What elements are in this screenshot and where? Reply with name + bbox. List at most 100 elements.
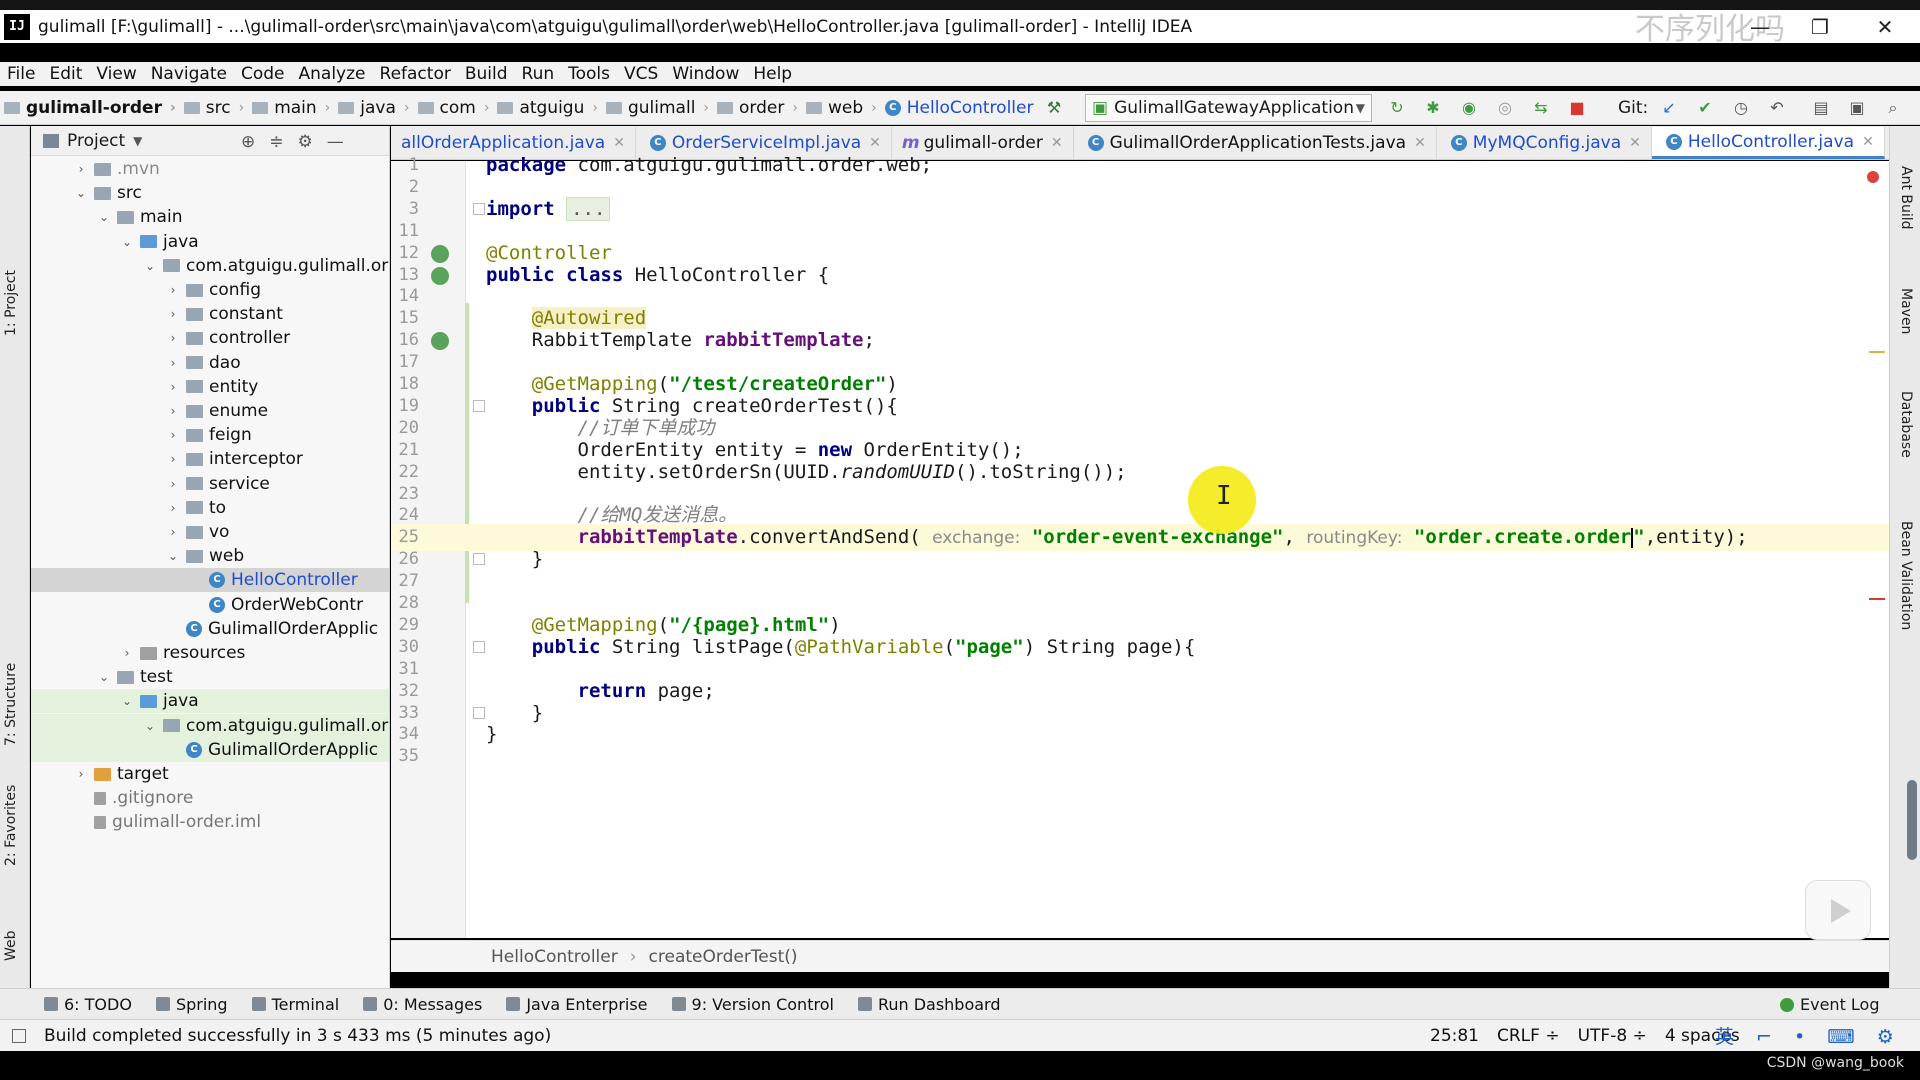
- tree-item[interactable]: › entity: [31, 375, 389, 399]
- tree-item[interactable]: C HelloController: [31, 568, 389, 593]
- chevron-right-icon[interactable]: ›: [164, 428, 182, 442]
- tree-item[interactable]: ⌄ java: [31, 230, 389, 254]
- line-separator[interactable]: CRLF ÷: [1497, 1026, 1560, 1046]
- minimize-button[interactable]: —: [1740, 12, 1780, 42]
- fold-toggle-icon[interactable]: [473, 399, 485, 412]
- error-indicator-icon[interactable]: [1867, 171, 1879, 183]
- breadcrumb-item[interactable]: web ›: [802, 98, 877, 118]
- tree-item[interactable]: › constant: [31, 302, 389, 326]
- tree-item[interactable]: › config: [31, 278, 389, 302]
- chevron-right-icon[interactable]: ›: [164, 380, 182, 394]
- attach-icon[interactable]: ⇆: [1532, 99, 1550, 117]
- git-rollback-icon[interactable]: ↶: [1768, 99, 1786, 117]
- tree-item[interactable]: › to: [31, 496, 389, 520]
- tree-item[interactable]: ⌄ web: [31, 544, 389, 568]
- chevron-down-icon[interactable]: ⌄: [95, 210, 113, 224]
- breadcrumb-class[interactable]: HelloController: [491, 947, 618, 967]
- menu-build[interactable]: Build: [458, 64, 515, 84]
- tree-item[interactable]: › resources: [31, 641, 389, 665]
- breadcrumb-item[interactable]: gulimall ›: [602, 98, 709, 118]
- tree-item[interactable]: › .mvn: [31, 157, 389, 181]
- event-log-button[interactable]: Event Log: [1780, 995, 1880, 1014]
- project-header-label[interactable]: Project: [67, 131, 125, 151]
- breadcrumb-item[interactable]: C HelloController: [881, 98, 1033, 118]
- code-editor[interactable]: 1 package com.atguigu.gulimall.order.web;…: [391, 154, 1889, 938]
- breadcrumb-item[interactable]: gulimall-order ›: [0, 98, 176, 118]
- close-tab-icon[interactable]: ✕: [613, 135, 625, 151]
- tab-maven[interactable]: Maven: [1898, 288, 1914, 334]
- tree-item[interactable]: › controller: [31, 326, 389, 350]
- menu-window[interactable]: Window: [665, 64, 746, 84]
- chevron-right-icon[interactable]: ›: [118, 646, 136, 660]
- tool-windows-toggle-icon[interactable]: [12, 1029, 26, 1043]
- git-update-icon[interactable]: ↙: [1660, 99, 1678, 117]
- autowired-bean-icon[interactable]: [431, 332, 449, 351]
- tab-favorites[interactable]: 2: Favorites: [3, 785, 19, 866]
- toolwindow-run-dashboard[interactable]: Run Dashboard: [857, 995, 1001, 1014]
- restore-button[interactable]: ❐: [1800, 12, 1840, 42]
- menu-file[interactable]: File: [0, 64, 42, 84]
- scrollbar-thumb[interactable]: [1907, 780, 1917, 860]
- chevron-right-icon[interactable]: ›: [164, 404, 182, 418]
- tab-web[interactable]: Web: [3, 930, 19, 961]
- stop-icon[interactable]: ■: [1568, 99, 1586, 117]
- menu-run[interactable]: Run: [515, 64, 562, 84]
- chevron-right-icon[interactable]: ›: [164, 525, 182, 539]
- tree-item[interactable]: ⌄ java: [31, 689, 389, 714]
- build-hammer-icon[interactable]: ⚒: [1045, 99, 1063, 117]
- tree-item[interactable]: › feign: [31, 423, 389, 447]
- fold-toggle-icon[interactable]: [473, 202, 485, 215]
- profile-icon[interactable]: ◎: [1496, 99, 1514, 117]
- breadcrumb-item[interactable]: main ›: [248, 98, 330, 118]
- tree-item[interactable]: C GulimallOrderApplic: [31, 737, 389, 762]
- toolwindow-terminal[interactable]: Terminal: [251, 995, 339, 1014]
- tree-item[interactable]: › vo: [31, 520, 389, 544]
- menu-refactor[interactable]: Refactor: [373, 64, 458, 84]
- fold-toggle-icon[interactable]: [473, 553, 485, 566]
- breadcrumb-method[interactable]: createOrderTest(): [649, 947, 798, 967]
- fold-toggle-icon[interactable]: [473, 706, 485, 719]
- close-tab-icon[interactable]: ✕: [1629, 135, 1641, 151]
- tree-item[interactable]: › dao: [31, 351, 389, 375]
- breadcrumb-item[interactable]: order ›: [713, 98, 798, 118]
- breadcrumb-item[interactable]: java ›: [334, 98, 410, 118]
- breadcrumb-item[interactable]: atguigu ›: [493, 98, 598, 118]
- toolwindow-6-todo[interactable]: 6: TODO: [44, 995, 132, 1014]
- chevron-right-icon[interactable]: ›: [164, 452, 182, 466]
- close-tab-icon[interactable]: ✕: [1414, 135, 1426, 151]
- chevron-right-icon[interactable]: ›: [164, 356, 182, 370]
- file-encoding[interactable]: UTF-8 ÷: [1578, 1026, 1647, 1046]
- menu-code[interactable]: Code: [234, 64, 292, 84]
- toolwindow-0-messages[interactable]: 0: Messages: [363, 995, 482, 1014]
- toolwindow-9-version-control[interactable]: 9: Version Control: [671, 995, 834, 1014]
- chevron-right-icon[interactable]: ›: [164, 307, 182, 321]
- tree-item[interactable]: › service: [31, 472, 389, 496]
- error-stripe[interactable]: [1869, 598, 1885, 600]
- warning-stripe[interactable]: [1869, 351, 1885, 353]
- chevron-right-icon[interactable]: ›: [164, 283, 182, 297]
- git-commit-icon[interactable]: ✔: [1696, 99, 1714, 117]
- close-button[interactable]: ✕: [1865, 12, 1905, 42]
- tab-bean-validation[interactable]: Bean Validation: [1898, 521, 1914, 630]
- fold-toggle-icon[interactable]: [473, 640, 485, 653]
- caret-position[interactable]: 25:81: [1430, 1026, 1479, 1046]
- project-structure-icon[interactable]: ▤: [1812, 99, 1830, 117]
- chevron-down-icon[interactable]: ▼: [133, 134, 142, 148]
- run-config-selector[interactable]: ▣ GulimallGatewayApplication ▼: [1085, 94, 1372, 122]
- tree-item[interactable]: ⌄ com.atguigu.gulimall.or: [31, 713, 389, 738]
- chevron-down-icon[interactable]: ⌄: [164, 549, 182, 563]
- chevron-right-icon[interactable]: ›: [72, 162, 90, 176]
- tree-item[interactable]: gulimall-order.iml: [31, 810, 389, 834]
- ime-toolbar-icons[interactable]: 英 ⌐ • ⌨ ⚙: [1715, 1022, 1902, 1049]
- menu-tools[interactable]: Tools: [561, 64, 617, 84]
- debug-icon[interactable]: ✱: [1424, 99, 1442, 117]
- tree-item[interactable]: › enume: [31, 399, 389, 423]
- breadcrumb-item[interactable]: com ›: [414, 98, 489, 118]
- coverage-icon[interactable]: ◉: [1460, 99, 1478, 117]
- tab-structure[interactable]: 7: Structure: [3, 663, 19, 746]
- chevron-down-icon[interactable]: ⌄: [118, 235, 136, 249]
- spring-bean-icon[interactable]: [431, 266, 449, 285]
- tree-item[interactable]: C GulimallOrderApplic: [31, 617, 389, 641]
- close-tab-icon[interactable]: ✕: [1862, 134, 1874, 150]
- menu-analyze[interactable]: Analyze: [292, 64, 373, 84]
